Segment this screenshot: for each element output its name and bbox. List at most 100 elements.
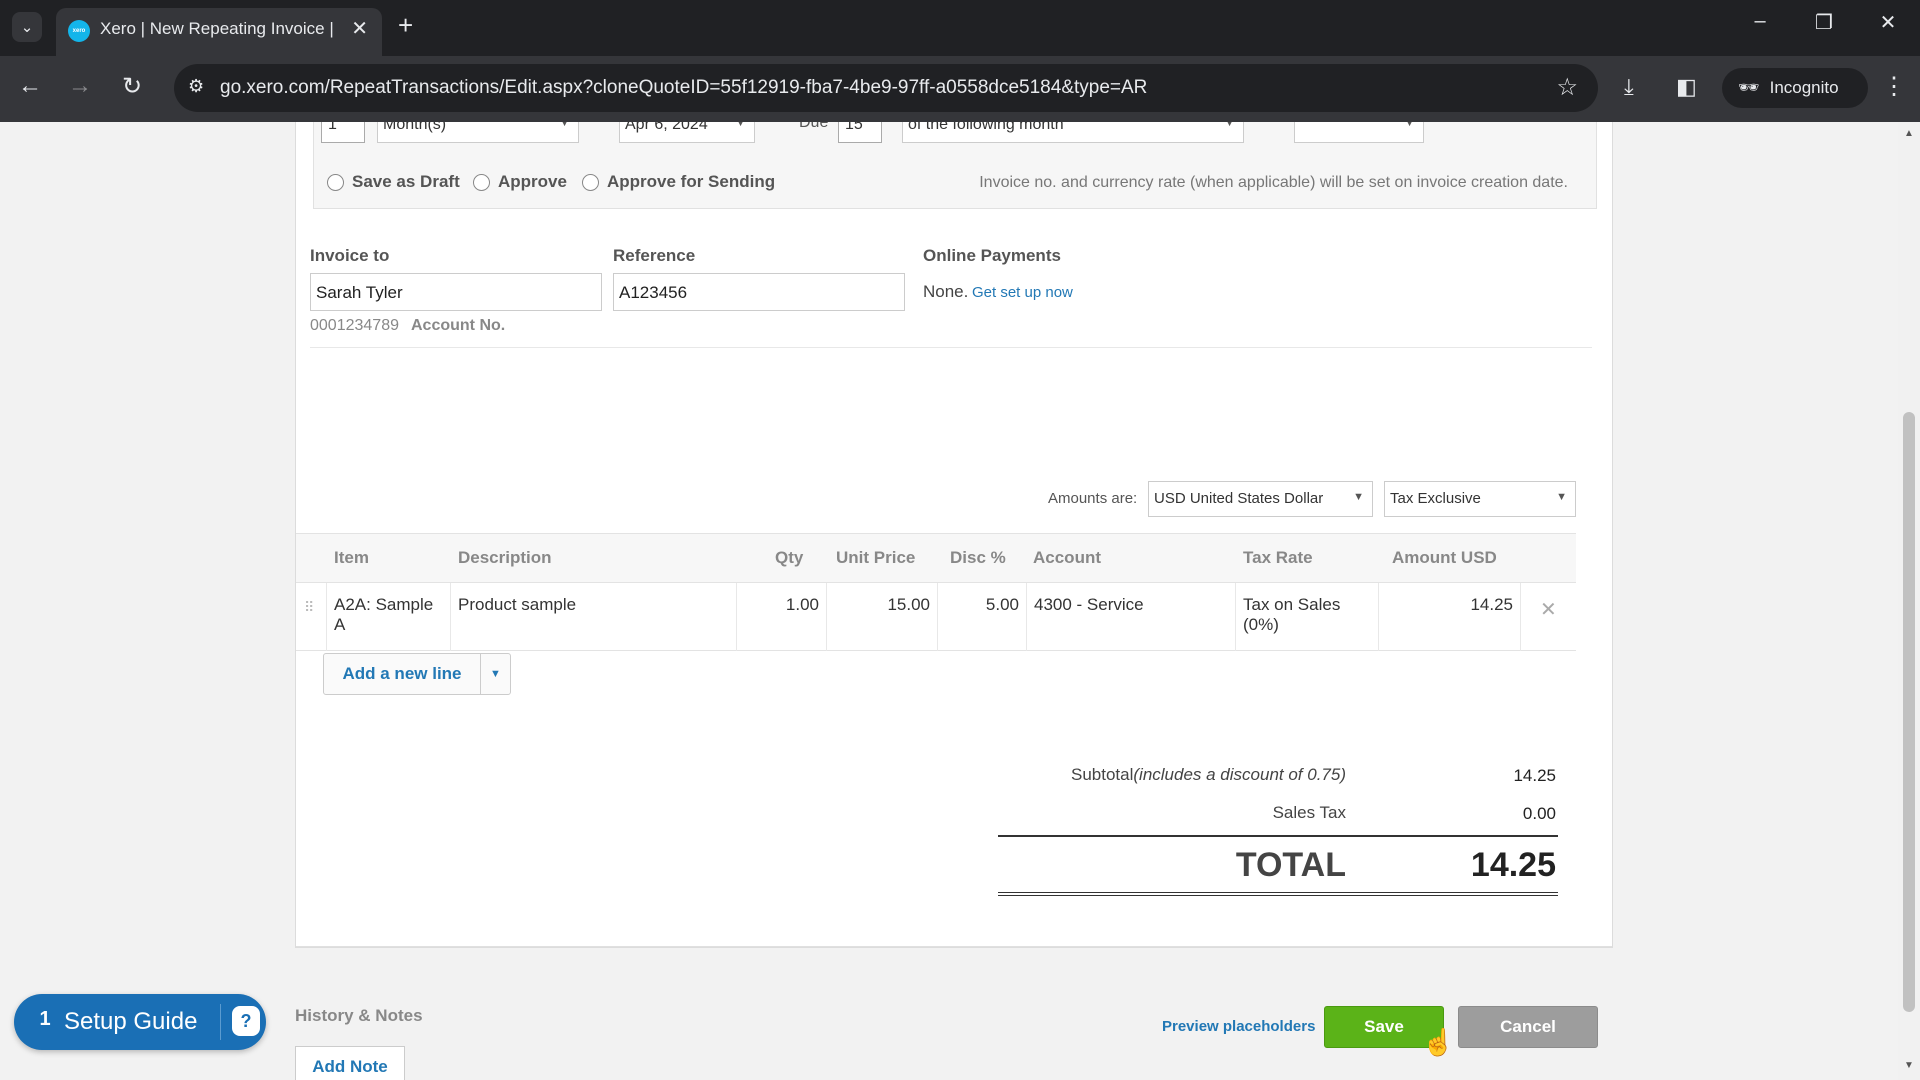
setup-guide-label: Setup Guide	[64, 1008, 198, 1035]
subtotal-value: 14.25	[1513, 766, 1556, 785]
double-divider	[998, 892, 1558, 896]
column-header-account: Account	[1033, 548, 1101, 567]
add-line-options-chevron-icon[interactable]: ▼	[481, 654, 510, 694]
cancel-button[interactable]: Cancel	[1458, 1006, 1598, 1048]
browser-toolbar: ← → ↻ ⚙ go.xero.com/RepeatTransactions/E…	[0, 56, 1920, 122]
scroll-up-arrow-icon[interactable]: ▲	[1904, 128, 1914, 139]
dropdown-arrow-icon: ▼	[1556, 491, 1567, 503]
divider	[296, 946, 1612, 947]
column-header-description: Description	[458, 548, 552, 567]
radio-circle-icon	[327, 173, 344, 191]
dropdown-arrow-icon: ▼	[1353, 491, 1364, 503]
tab-list-chevron-icon[interactable]: ⌄	[12, 12, 42, 42]
online-payments-label: Online Payments	[923, 246, 1061, 265]
cell-description[interactable]: Product sample	[451, 583, 737, 651]
radio-save-as-draft[interactable]: Save as Draft	[327, 172, 460, 192]
subtotal-label: Subtotal(includes a discount of 0.75)	[796, 765, 1346, 785]
cell-qty[interactable]: 1.00	[737, 583, 827, 651]
account-number-label: Account No.	[411, 317, 506, 334]
minimize-icon[interactable]: –	[1740, 10, 1780, 33]
forward-arrow-icon[interactable]: →	[64, 72, 96, 100]
repeating-invoice-form: 1 Month(s) ▼ Apr 6, 2024 ▼ Due 15 of the…	[295, 122, 1613, 1048]
radio-approve[interactable]: Approve	[473, 172, 567, 192]
cell-tax-rate[interactable]: Tax on Sales (0%)	[1236, 583, 1379, 651]
cell-unit-price[interactable]: 15.00	[827, 583, 938, 651]
url-text[interactable]: go.xero.com/RepeatTransactions/Edit.aspx…	[220, 77, 1147, 99]
sales-tax-label: Sales Tax	[1272, 803, 1346, 822]
divider	[220, 1004, 221, 1040]
help-chat-icon[interactable]: ?	[232, 1006, 260, 1036]
tax-mode-select[interactable]: Tax Exclusive ▼	[1384, 481, 1576, 517]
total-value: 14.25	[1470, 846, 1556, 884]
side-panel-icon[interactable]: ◧	[1676, 74, 1697, 100]
preview-placeholders-link[interactable]: Preview placeholders	[1162, 1018, 1315, 1035]
total-label: TOTAL	[1235, 846, 1346, 884]
scroll-down-arrow-icon[interactable]: ▼	[1904, 1060, 1914, 1071]
get-set-up-link[interactable]: Get set up now	[972, 284, 1073, 301]
setup-guide-button[interactable]: 1 Setup Guide ?	[14, 994, 266, 1050]
browser-tab[interactable]: xero Xero | New Repeating Invoice | ✕	[56, 8, 382, 56]
start-date-picker[interactable]: Apr 6, 2024 ▼	[619, 122, 755, 143]
close-window-icon[interactable]: ✕	[1868, 10, 1908, 35]
browser-menu-icon[interactable]: ⋮	[1882, 72, 1906, 101]
reference-label: Reference	[613, 246, 696, 265]
bookmark-star-icon[interactable]: ☆	[1556, 73, 1578, 102]
end-option-select[interactable]: ▼	[1294, 122, 1424, 143]
repeat-every-input[interactable]: 1	[321, 122, 365, 143]
page-scrollbar[interactable]: ▲ ▼	[1898, 122, 1920, 1080]
due-day-input[interactable]: 15	[838, 122, 882, 143]
mouse-pointer-icon: ☝	[1422, 1027, 1455, 1057]
period-unit-select[interactable]: Month(s) ▼	[377, 122, 579, 143]
invoice-to-field[interactable]: Sarah Tyler	[310, 273, 602, 311]
cell-account[interactable]: 4300 - Service	[1027, 583, 1236, 651]
tab-close-icon[interactable]: ✕	[351, 16, 368, 41]
reload-icon[interactable]: ↻	[116, 72, 148, 101]
add-note-button[interactable]: Add Note	[295, 1046, 405, 1080]
history-notes-title: History & Notes	[295, 1006, 423, 1025]
sales-tax-value: 0.00	[1522, 804, 1556, 823]
radio-approve-for-sending[interactable]: Approve for Sending	[582, 172, 775, 192]
table-header-row: Item Description Qty Unit Price Disc % A…	[296, 533, 1576, 583]
dropdown-arrow-icon: ▼	[1224, 122, 1235, 129]
period-unit-value: Month(s)	[383, 122, 447, 133]
back-arrow-icon[interactable]: ←	[14, 72, 46, 100]
currency-value: USD United States Dollar	[1154, 490, 1324, 507]
tax-mode-value: Tax Exclusive	[1390, 490, 1481, 507]
column-header-amount: Amount USD	[1392, 548, 1497, 567]
download-icon[interactable]: ⤓	[1624, 74, 1634, 100]
column-header-item: Item	[334, 548, 369, 567]
scrollbar-thumb[interactable]	[1903, 412, 1915, 1012]
restore-window-icon[interactable]: ❐	[1804, 10, 1844, 35]
radio-label: Save as Draft	[352, 172, 460, 191]
table-row[interactable]: ⠿ A2A: Sample A Product sample 1.00 15.0…	[296, 583, 1576, 651]
due-option-value: of the following month	[908, 122, 1064, 133]
cell-disc[interactable]: 5.00	[938, 583, 1027, 651]
add-new-line-label[interactable]: Add a new line	[324, 654, 481, 694]
new-tab-plus-icon[interactable]: +	[398, 10, 413, 41]
subtotal-text: Subtotal	[1070, 765, 1134, 784]
incognito-label: Incognito	[1769, 78, 1839, 97]
incognito-badge[interactable]: 🕶 Incognito	[1722, 68, 1868, 108]
radio-circle-icon	[582, 173, 599, 191]
dropdown-arrow-icon: ▼	[559, 122, 570, 129]
drag-handle-icon[interactable]: ⠿	[304, 599, 314, 616]
currency-select[interactable]: USD United States Dollar ▼	[1148, 481, 1373, 517]
add-new-line-button[interactable]: Add a new line ▼	[323, 653, 511, 695]
dropdown-arrow-icon: ▼	[1404, 122, 1415, 129]
remove-row-icon[interactable]: ✕	[1540, 597, 1557, 622]
radio-circle-icon	[473, 173, 490, 191]
dropdown-arrow-icon: ▼	[735, 122, 746, 129]
account-number: 0001234789	[310, 317, 399, 334]
subtotal-discount-note: (includes a discount of 0.75)	[1133, 765, 1346, 784]
browser-tab-bar: ⌄ xero Xero | New Repeating Invoice | ✕ …	[0, 0, 1920, 56]
amounts-are-label: Amounts are:	[1048, 490, 1138, 507]
address-bar[interactable]: ⚙ go.xero.com/RepeatTransactions/Edit.as…	[174, 64, 1598, 112]
column-header-qty: Qty	[775, 548, 804, 567]
due-option-select[interactable]: of the following month ▼	[902, 122, 1244, 143]
cell-amount[interactable]: 14.25	[1379, 583, 1521, 651]
site-info-icon[interactable]: ⚙	[188, 76, 204, 97]
divider	[998, 835, 1558, 837]
cell-item[interactable]: A2A: Sample A	[326, 583, 451, 651]
start-date-value: Apr 6, 2024	[625, 122, 708, 133]
reference-field[interactable]: A123456	[613, 273, 905, 311]
